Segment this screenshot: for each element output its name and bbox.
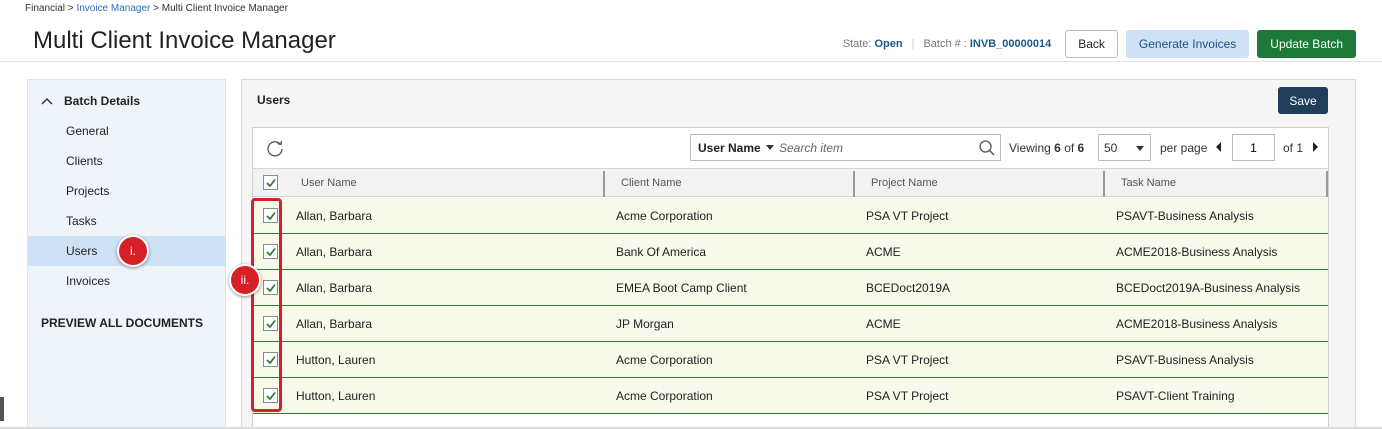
cell-task-name: BCEDoct2019A-Business Analysis xyxy=(1116,280,1301,295)
table-row[interactable]: Allan, Barbara Bank Of America ACME ACME… xyxy=(253,234,1328,270)
breadcrumb-current: Multi Client Invoice Manager xyxy=(161,3,288,14)
table-row[interactable]: Allan, Barbara JP Morgan ACME ACME2018-B… xyxy=(253,306,1328,342)
search-field-select[interactable]: User Name xyxy=(691,141,779,155)
cell-project-name: BCEDoct2019A xyxy=(866,280,951,295)
prev-page-icon[interactable] xyxy=(1216,142,1221,152)
column-header-task-name[interactable]: Task Name xyxy=(1121,169,1176,197)
breadcrumb-invoice-manager-link[interactable]: Invoice Manager xyxy=(76,3,150,14)
cell-project-name: PSA VT Project xyxy=(866,208,949,223)
cell-task-name: ACME2018-Business Analysis xyxy=(1116,244,1278,259)
cell-user-name: Allan, Barbara xyxy=(296,316,373,331)
breadcrumb: Financial > Invoice Manager > Multi Clie… xyxy=(25,3,288,14)
panel-title: Users xyxy=(257,93,291,107)
cell-client-name: Bank Of America xyxy=(616,244,707,259)
search-icon[interactable] xyxy=(978,139,996,157)
column-header-client-name[interactable]: Client Name xyxy=(621,169,682,197)
callout-badge-two: ii. xyxy=(229,264,261,296)
column-resize-handle[interactable] xyxy=(1326,171,1328,197)
save-button[interactable]: Save xyxy=(1278,87,1328,114)
sidebar-item-projects[interactable]: Projects xyxy=(28,176,226,206)
column-header-project-name[interactable]: Project Name xyxy=(871,169,938,197)
caret-down-icon xyxy=(765,145,774,150)
next-page-icon[interactable] xyxy=(1313,142,1318,152)
cell-client-name: Acme Corporation xyxy=(616,208,713,223)
cell-user-name: Hutton, Lauren xyxy=(296,388,376,403)
column-resize-handle[interactable] xyxy=(603,171,605,197)
sidebar-item-invoices[interactable]: Invoices xyxy=(28,266,226,296)
sidebar-item-general[interactable]: General xyxy=(28,116,226,146)
cell-project-name: PSA VT Project xyxy=(866,388,949,403)
batch-meta: State: Open | Batch # : INVB_00000014 xyxy=(843,38,1052,50)
cell-user-name: Allan, Barbara xyxy=(296,244,373,259)
grid-header: User Name Client Name Project Name Task … xyxy=(253,168,1328,197)
caret-down-icon xyxy=(1136,146,1144,151)
title-divider xyxy=(0,61,1382,62)
search-box: User Name xyxy=(690,134,1001,161)
cell-project-name: ACME xyxy=(866,244,901,259)
batch-value: INVB_00000014 xyxy=(969,38,1052,50)
sidebar-item-tasks[interactable]: Tasks xyxy=(28,206,226,236)
table-row[interactable]: Hutton, Lauren Acme Corporation PSA VT P… xyxy=(253,342,1328,378)
state-value: Open xyxy=(874,38,903,50)
cell-task-name: PSAVT-Client Training xyxy=(1116,388,1235,403)
cell-task-name: PSAVT-Business Analysis xyxy=(1116,352,1254,367)
page-number-input[interactable] xyxy=(1232,134,1275,161)
check-icon xyxy=(266,178,276,188)
cell-client-name: JP Morgan xyxy=(616,316,674,331)
preview-all-documents-link[interactable]: PREVIEW ALL DOCUMENTS xyxy=(41,316,203,330)
search-input[interactable] xyxy=(779,140,969,155)
cell-user-name: Hutton, Lauren xyxy=(296,352,376,367)
page-total: of 1 xyxy=(1283,141,1304,155)
meta-divider: | xyxy=(911,38,915,50)
cell-user-name: Allan, Barbara xyxy=(296,208,373,223)
per-page-label: per page xyxy=(1160,141,1208,155)
column-resize-handle[interactable] xyxy=(853,171,855,197)
cell-project-name: ACME xyxy=(866,316,901,331)
batch-label: Batch # : xyxy=(923,38,967,50)
cell-project-name: PSA VT Project xyxy=(866,352,949,367)
cell-task-name: ACME2018-Business Analysis xyxy=(1116,316,1278,331)
grid-toolbar: User Name Viewing 6 of 6 50 per page of … xyxy=(253,128,1328,168)
cell-user-name: Allan, Barbara xyxy=(296,280,373,295)
cell-client-name: Acme Corporation xyxy=(616,388,713,403)
state-label: State: xyxy=(842,38,872,50)
column-header-user-name[interactable]: User Name xyxy=(301,169,357,197)
chevron-up-icon xyxy=(41,98,53,105)
generate-invoices-button[interactable]: Generate Invoices xyxy=(1125,30,1250,58)
table-row[interactable]: Allan, Barbara Acme Corporation PSA VT P… xyxy=(253,198,1328,234)
cell-task-name: PSAVT-Business Analysis xyxy=(1116,208,1254,223)
per-page-select[interactable]: 50 xyxy=(1098,134,1151,161)
select-all-checkbox[interactable] xyxy=(263,175,278,190)
sidebar-item-clients[interactable]: Clients xyxy=(28,146,226,176)
batch-details-toggle[interactable]: Batch Details xyxy=(40,94,140,108)
header-actions: State: Open | Batch # : INVB_00000014 Ba… xyxy=(843,30,1356,58)
page-title: Multi Client Invoice Manager xyxy=(33,27,336,54)
table-row[interactable]: Allan, Barbara EMEA Boot Camp Client BCE… xyxy=(253,270,1328,306)
callout-badge-one: i. xyxy=(117,235,149,267)
breadcrumb-financial: Financial xyxy=(25,3,66,14)
refresh-icon[interactable] xyxy=(265,138,285,158)
users-panel: Users Save User Name Viewing 6 of 6 xyxy=(241,79,1356,429)
window-edge xyxy=(0,397,4,421)
back-button[interactable]: Back xyxy=(1065,30,1118,58)
table-row[interactable]: Hutton, Lauren Acme Corporation PSA VT P… xyxy=(253,378,1328,414)
update-batch-button[interactable]: Update Batch xyxy=(1257,30,1356,58)
checkbox-highlight-box xyxy=(251,198,282,412)
batch-details-label: Batch Details xyxy=(64,94,141,108)
cell-client-name: Acme Corporation xyxy=(616,352,713,367)
viewing-count: Viewing 6 of 6 xyxy=(1009,141,1085,155)
column-resize-handle[interactable] xyxy=(1103,171,1105,197)
cell-client-name: EMEA Boot Camp Client xyxy=(616,280,747,295)
users-grid: User Name Viewing 6 of 6 50 per page of … xyxy=(252,127,1329,429)
